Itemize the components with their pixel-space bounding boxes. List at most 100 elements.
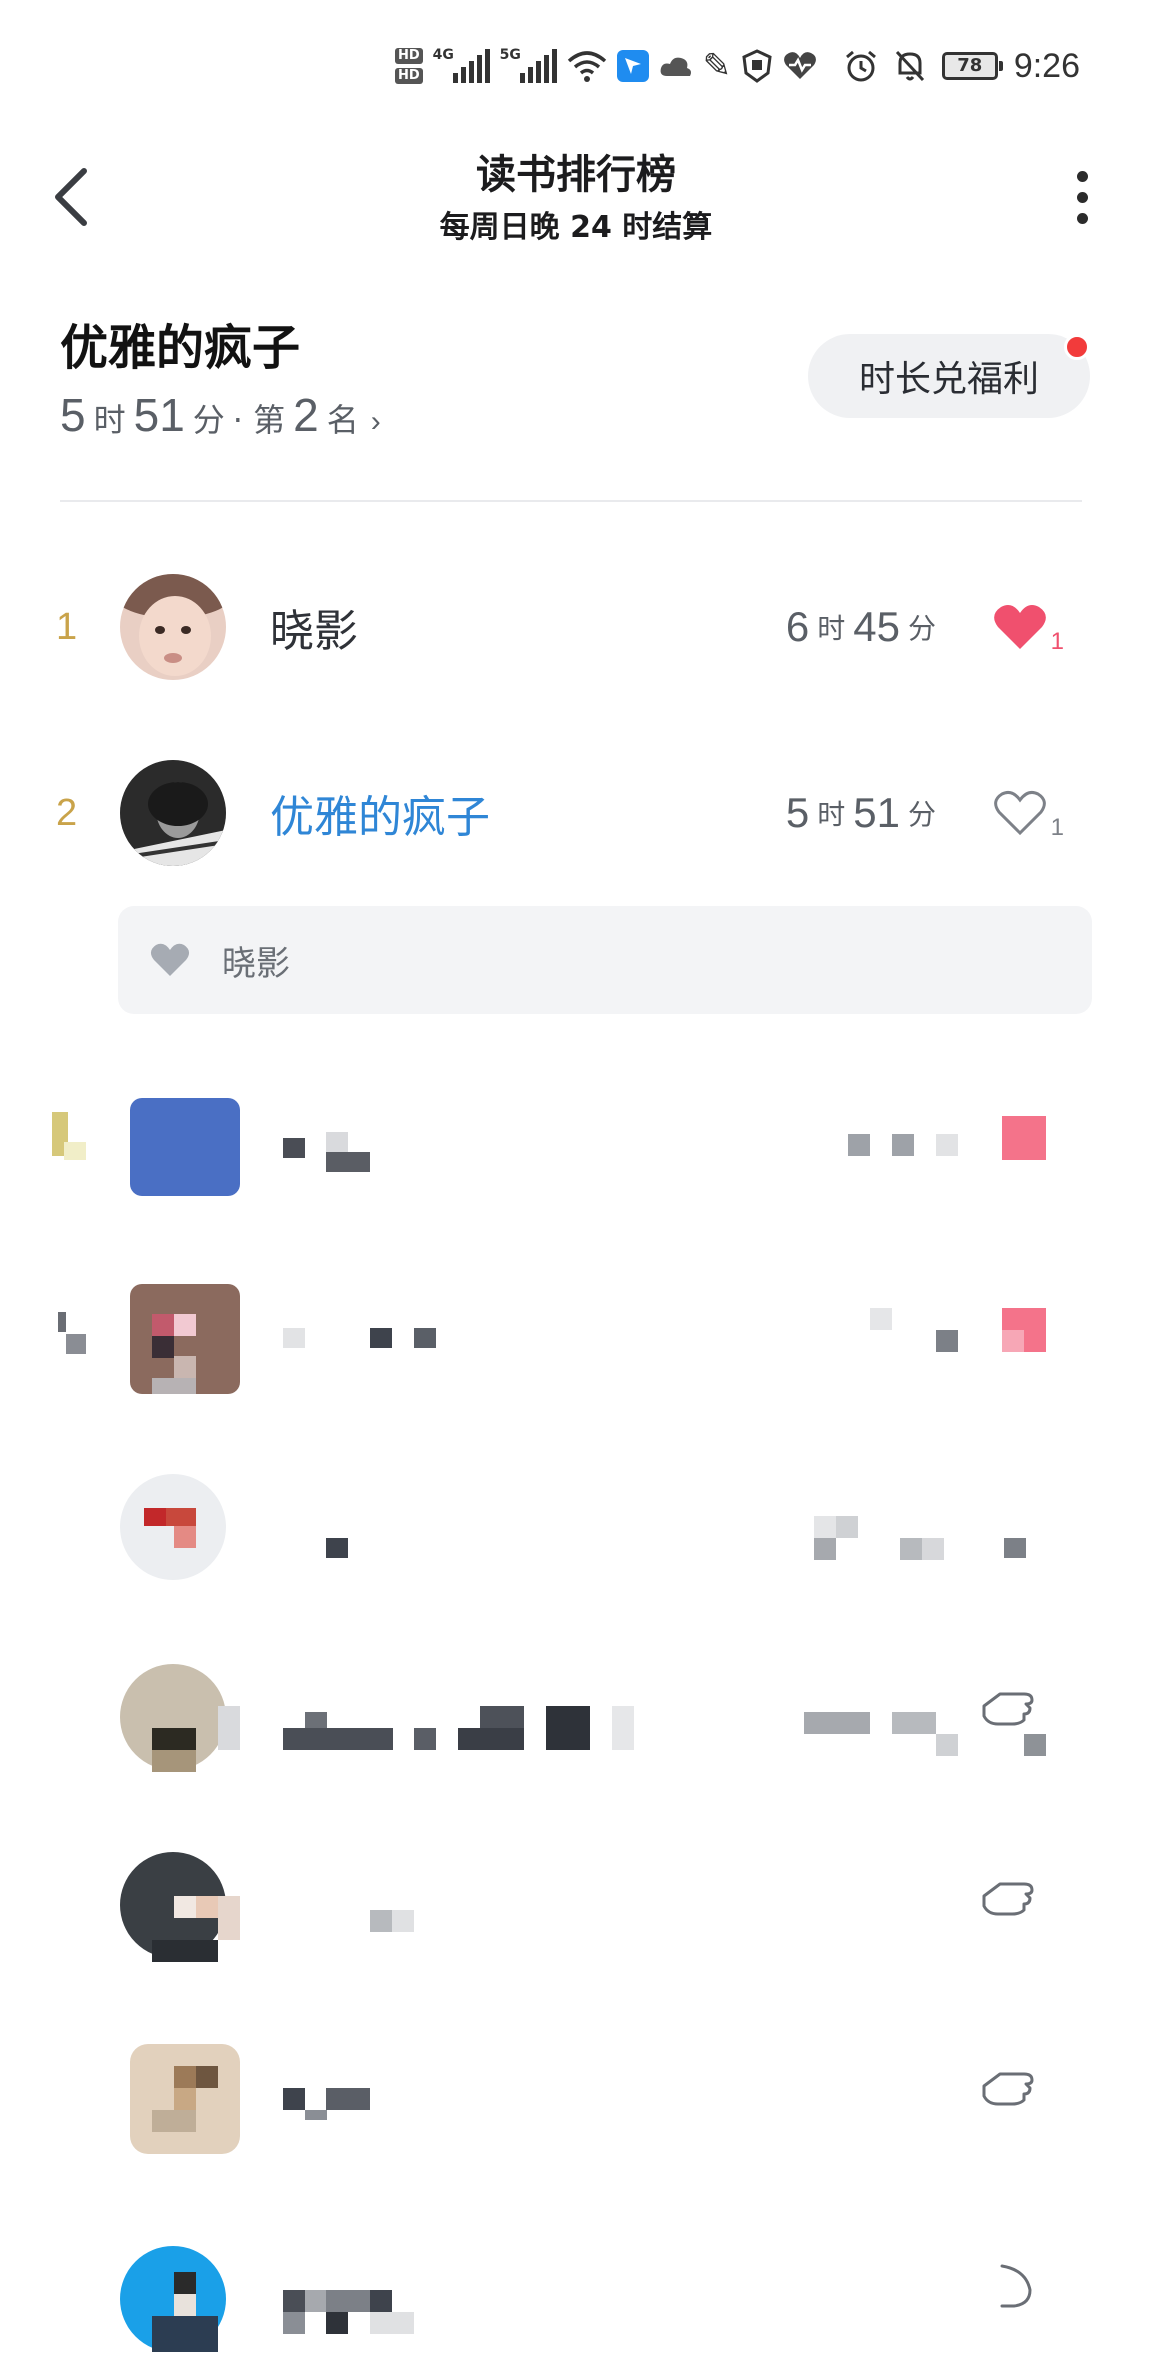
- mosaic-block: [922, 1538, 944, 1560]
- my-summary: 优雅的疯子 5 时 51 分 · 第 2 名 › 时长兑福利: [60, 300, 1090, 500]
- like-count: 1: [1050, 628, 1064, 655]
- my-rank-link[interactable]: · 第 2 名 ›: [233, 388, 381, 442]
- mosaic-block: [283, 1728, 393, 1750]
- username[interactable]: 晓影: [270, 532, 358, 722]
- mosaic-block: [804, 1712, 870, 1734]
- mosaic-block: [283, 1328, 305, 1348]
- alarm-icon: [845, 50, 876, 82]
- mosaic-block: [814, 1516, 836, 1538]
- obscured-avatar: [120, 1474, 226, 1580]
- more-dot: [1076, 191, 1088, 203]
- mosaic-block: [1024, 1734, 1046, 1756]
- mosaic-block: [848, 1134, 870, 1156]
- mosaic-block: [392, 1910, 414, 1932]
- mosaic-block: [326, 1132, 348, 1152]
- username[interactable]: 优雅的疯子: [270, 718, 490, 908]
- mosaic-block: [305, 2110, 327, 2120]
- mosaic-block: [370, 2312, 414, 2334]
- hours: 5: [785, 789, 810, 836]
- more-options-button[interactable]: [1052, 162, 1112, 232]
- page-subtitle: 每周日晚 24 时结算: [439, 210, 713, 245]
- likers-box[interactable]: 晓影: [118, 906, 1092, 1014]
- mosaic-block: [174, 2272, 196, 2294]
- like-button[interactable]: 1: [993, 532, 1064, 722]
- status-icons-left: HD HD 4G 5G ✎: [395, 36, 817, 96]
- cloud-icon: [660, 57, 691, 76]
- mosaic-block: [66, 1334, 86, 1354]
- network-type: 5G: [499, 47, 521, 63]
- mosaic-block: [892, 1134, 914, 1156]
- my-stats: 5 时 51 分 · 第 2 名 ›: [60, 388, 381, 442]
- my-rank: 2: [293, 389, 319, 441]
- mosaic-block: [152, 1336, 174, 1358]
- mosaic-block: [326, 1152, 370, 1172]
- mosaic-block: [152, 1314, 174, 1336]
- mosaic-block: [283, 2312, 305, 2334]
- obscured-ranking-row[interactable]: [0, 1616, 1152, 1806]
- my-minutes: 51: [133, 389, 185, 441]
- header: 读书排行榜 每周日晚 24 时结算: [0, 132, 1152, 262]
- obscured-ranking-row[interactable]: [0, 1046, 1152, 1236]
- hd-badge: HD: [395, 48, 423, 64]
- mosaic-block: [900, 1538, 922, 1560]
- obscured-ranking-row[interactable]: [0, 1236, 1152, 1426]
- liker-name[interactable]: 晓影: [222, 906, 290, 1014]
- mosaic-block: [892, 1712, 936, 1734]
- mosaic-block: [370, 1328, 392, 1348]
- mosaic-block: [546, 1706, 590, 1750]
- minute-unit: 分: [907, 612, 936, 645]
- mosaic-block: [326, 1538, 348, 1558]
- redeem-rewards-button[interactable]: 时长兑福利: [808, 334, 1090, 418]
- signal-5g-icon: 5G: [499, 47, 557, 83]
- mosaic-block: [458, 1728, 524, 1750]
- mosaic-block: [1004, 1538, 1026, 1558]
- battery-indicator: 78: [941, 52, 1003, 80]
- bell-off-icon: [895, 50, 924, 82]
- ranking-row[interactable]: 1 晓影 6 时 45 分 1: [0, 532, 1152, 722]
- mosaic-block: [283, 2290, 305, 2312]
- reading-time: 5 时 51 分: [786, 718, 944, 908]
- obscured-ranking-row[interactable]: [0, 1426, 1152, 1616]
- status-icons-right: 78 9:26: [844, 36, 1080, 96]
- rank-number: 2: [56, 791, 78, 834]
- avatar[interactable]: [120, 760, 226, 866]
- hd-badges: HD HD: [395, 48, 423, 84]
- mosaic-block: [218, 1896, 240, 1940]
- pointing-hand-icon[interactable]: [980, 2060, 1040, 2114]
- ranking-row[interactable]: 2 优雅的疯子 5 时 51 分 1: [0, 718, 1152, 908]
- mosaic-block: [814, 1538, 836, 1560]
- mosaic-block: [152, 1378, 196, 1394]
- mosaic-block: [174, 1314, 196, 1336]
- mosaic-block: [1002, 1330, 1024, 1352]
- mosaic-block: [152, 2316, 218, 2352]
- mosaic-block: [414, 1728, 436, 1750]
- mosaic-block: [174, 2294, 196, 2316]
- mosaic-block: [166, 1508, 196, 1526]
- rank-suffix: 名: [326, 401, 359, 439]
- mosaic-block: [218, 1706, 240, 1750]
- minutes: 45: [853, 603, 900, 650]
- mosaic-block: [174, 1896, 196, 1918]
- heart-outline-icon: [993, 791, 1046, 836]
- pointing-hand-icon[interactable]: [980, 1870, 1040, 1924]
- pointing-hand-icon[interactable]: [996, 2260, 1040, 2314]
- clock: 9:26: [1013, 46, 1080, 85]
- mosaic-block: [326, 2312, 348, 2334]
- mosaic-block: [836, 1516, 858, 1538]
- mosaic-block: [480, 1706, 524, 1728]
- chevron-right-icon: ›: [370, 405, 381, 438]
- obscured-ranking-row[interactable]: [0, 2186, 1152, 2376]
- like-button[interactable]: 1: [993, 718, 1064, 908]
- mosaic-block: [305, 1712, 327, 1728]
- mosaic-block: [612, 1706, 634, 1750]
- obscured-ranking-row[interactable]: [0, 1996, 1152, 2186]
- reading-time: 6 时 45 分: [786, 532, 944, 722]
- rank-number: 1: [56, 605, 78, 648]
- mosaic-block: [936, 1330, 958, 1352]
- mosaic-block: [152, 1940, 218, 1962]
- avatar[interactable]: [120, 574, 226, 680]
- mosaic-block: [196, 1896, 218, 1918]
- mosaic-block: [936, 1134, 958, 1156]
- obscured-ranking-row[interactable]: [0, 1806, 1152, 1996]
- shield-icon: [742, 49, 772, 83]
